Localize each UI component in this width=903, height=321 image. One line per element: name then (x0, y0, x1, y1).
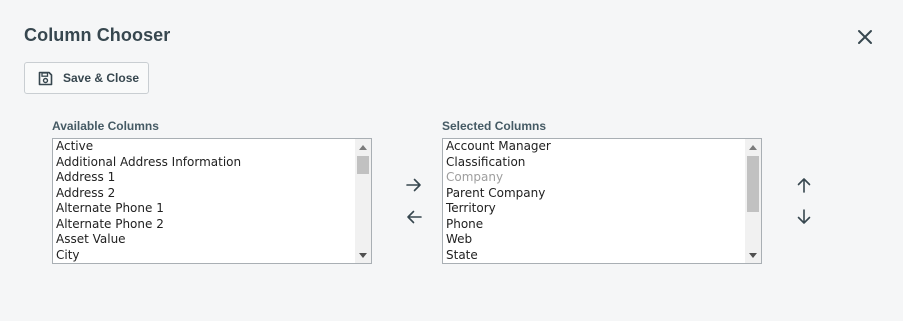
available-columns-list[interactable]: Active Additional Address Information Addr… (52, 138, 372, 264)
list-item[interactable]: Address 1 (55, 170, 371, 186)
scroll-thumb[interactable] (747, 156, 759, 212)
list-item[interactable]: Account Manager (445, 139, 761, 155)
selected-columns-items: Account Manager Classification Company Pare… (443, 139, 761, 263)
list-item[interactable]: Address 2 (55, 186, 371, 202)
available-columns-label: Available Columns (52, 119, 159, 133)
list-item[interactable]: State (445, 248, 761, 264)
arrow-right-icon (406, 178, 422, 192)
list-item[interactable]: Territory (445, 201, 761, 217)
scroll-up-arrow-icon[interactable] (745, 139, 761, 155)
close-icon (857, 29, 873, 45)
remove-column-button[interactable] (402, 206, 426, 228)
floppy-disk-icon (38, 71, 53, 86)
scroll-down-arrow-icon[interactable] (745, 247, 761, 263)
list-item[interactable]: Parent Company (445, 186, 761, 202)
scroll-down-arrow-icon[interactable] (355, 247, 371, 263)
close-button[interactable] (854, 26, 876, 48)
list-item[interactable]: Classification (445, 155, 761, 171)
save-and-close-button[interactable]: Save & Close (24, 62, 149, 94)
arrow-down-icon (797, 209, 811, 225)
list-item[interactable]: Alternate Phone 2 (55, 217, 371, 233)
list-item[interactable]: Phone (445, 217, 761, 233)
arrow-up-icon (797, 177, 811, 193)
selected-scrollbar[interactable] (745, 139, 761, 263)
selected-columns-list[interactable]: Account Manager Classification Company Pare… (442, 138, 762, 264)
available-scrollbar[interactable] (355, 139, 371, 263)
arrow-left-icon (406, 210, 422, 224)
list-item[interactable]: Company (445, 170, 761, 186)
scroll-thumb[interactable] (357, 156, 369, 174)
list-item[interactable]: Active (55, 139, 371, 155)
available-columns-items: Active Additional Address Information Addr… (53, 139, 371, 263)
save-and-close-label: Save & Close (63, 71, 140, 85)
add-column-button[interactable] (402, 174, 426, 196)
list-item[interactable]: Additional Address Information (55, 155, 371, 171)
selected-columns-label: Selected Columns (442, 119, 547, 133)
dialog-title: Column Chooser (24, 25, 171, 45)
move-down-button[interactable] (792, 206, 816, 228)
move-up-button[interactable] (792, 174, 816, 196)
list-item[interactable]: Asset Value (55, 232, 371, 248)
list-item[interactable]: City (55, 248, 371, 264)
list-item[interactable]: Web (445, 232, 761, 248)
list-item[interactable]: Alternate Phone 1 (55, 201, 371, 217)
scroll-up-arrow-icon[interactable] (355, 139, 371, 155)
